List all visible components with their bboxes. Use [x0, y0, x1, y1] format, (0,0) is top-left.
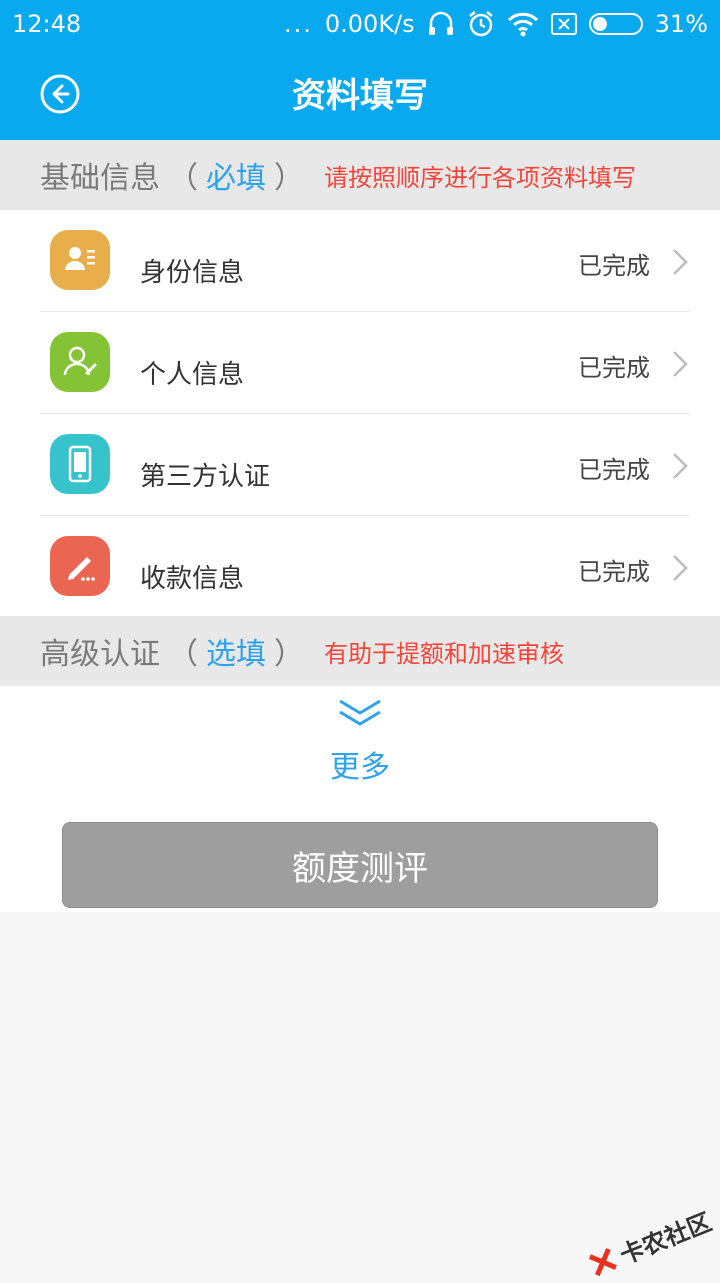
- section-title: 高级认证: [40, 637, 160, 672]
- paren-close: ）: [274, 637, 304, 672]
- phone-icon: [50, 434, 110, 494]
- basic-section-header: 基础信息 （ 必填 ） 请按照顺序进行各项资料填写: [0, 140, 720, 210]
- status-right-group: ... 0.00K/s 31%: [284, 10, 708, 38]
- list-item-identity[interactable]: 身份信息 已完成: [0, 210, 720, 312]
- battery-percent: 31%: [654, 10, 708, 38]
- item-label: 收款信息: [140, 564, 245, 594]
- item-status: 已完成: [578, 558, 650, 586]
- person-edit-icon: [50, 332, 110, 392]
- section-note: 请按照顺序进行各项资料填写: [324, 163, 636, 192]
- item-label: 身份信息: [140, 258, 245, 288]
- alarm-icon: [468, 11, 493, 37]
- item-status: 已完成: [578, 252, 650, 280]
- list-item-payment[interactable]: 收款信息 已完成: [0, 516, 720, 618]
- item-status: 已完成: [578, 456, 650, 484]
- paren-open: （: [168, 161, 198, 196]
- chevron-right-icon: [673, 249, 688, 275]
- chevron-right-icon: [673, 351, 688, 377]
- paren-close: ）: [274, 161, 304, 196]
- network-speed: 0.00K/s: [324, 10, 415, 38]
- chevron-right-icon: [673, 555, 688, 581]
- list-item-personal[interactable]: 个人信息 已完成: [0, 312, 720, 414]
- list-item-third-party[interactable]: 第三方认证 已完成: [0, 414, 720, 516]
- headphones-icon: [428, 11, 453, 35]
- item-status: 已完成: [578, 354, 650, 382]
- nav-bar: 资料填写: [0, 52, 720, 140]
- id-card-icon: [50, 230, 110, 290]
- section-tag: 选填: [206, 637, 266, 672]
- more-button[interactable]: 更多: [0, 742, 720, 786]
- basic-info-list: 身份信息 已完成 个人信息 已完成 第三方认证 已完成 收款信息 已完成: [0, 210, 720, 616]
- wifi-icon: [507, 12, 538, 37]
- chevron-right-icon: [673, 453, 688, 479]
- section-title: 基础信息: [40, 161, 160, 196]
- paren-open: （: [168, 637, 198, 672]
- sim-icon: [550, 13, 577, 35]
- item-label: 第三方认证: [140, 462, 271, 492]
- pen-icon: [50, 536, 110, 596]
- status-dots: ...: [284, 10, 313, 38]
- section-note: 有助于提额和加速审核: [324, 639, 564, 668]
- watermark: 卡农社区: [584, 1202, 716, 1282]
- status-time: 12:48: [12, 10, 82, 38]
- status-bar: 12:48 ... 0.00K/s 31%: [0, 0, 720, 52]
- page-title: 资料填写: [292, 76, 428, 116]
- section-tag: 必填: [206, 161, 266, 196]
- watermark-text: 卡农社区: [616, 1207, 716, 1270]
- double-chevron-down-icon[interactable]: [337, 698, 383, 728]
- battery-icon: [588, 13, 643, 35]
- item-label: 个人信息: [140, 360, 245, 390]
- credit-evaluation-button[interactable]: 额度测评: [62, 822, 658, 908]
- advanced-section-header: 高级认证 （ 选填 ） 有助于提额和加速审核: [0, 616, 720, 686]
- watermark-logo-icon: [588, 1247, 617, 1276]
